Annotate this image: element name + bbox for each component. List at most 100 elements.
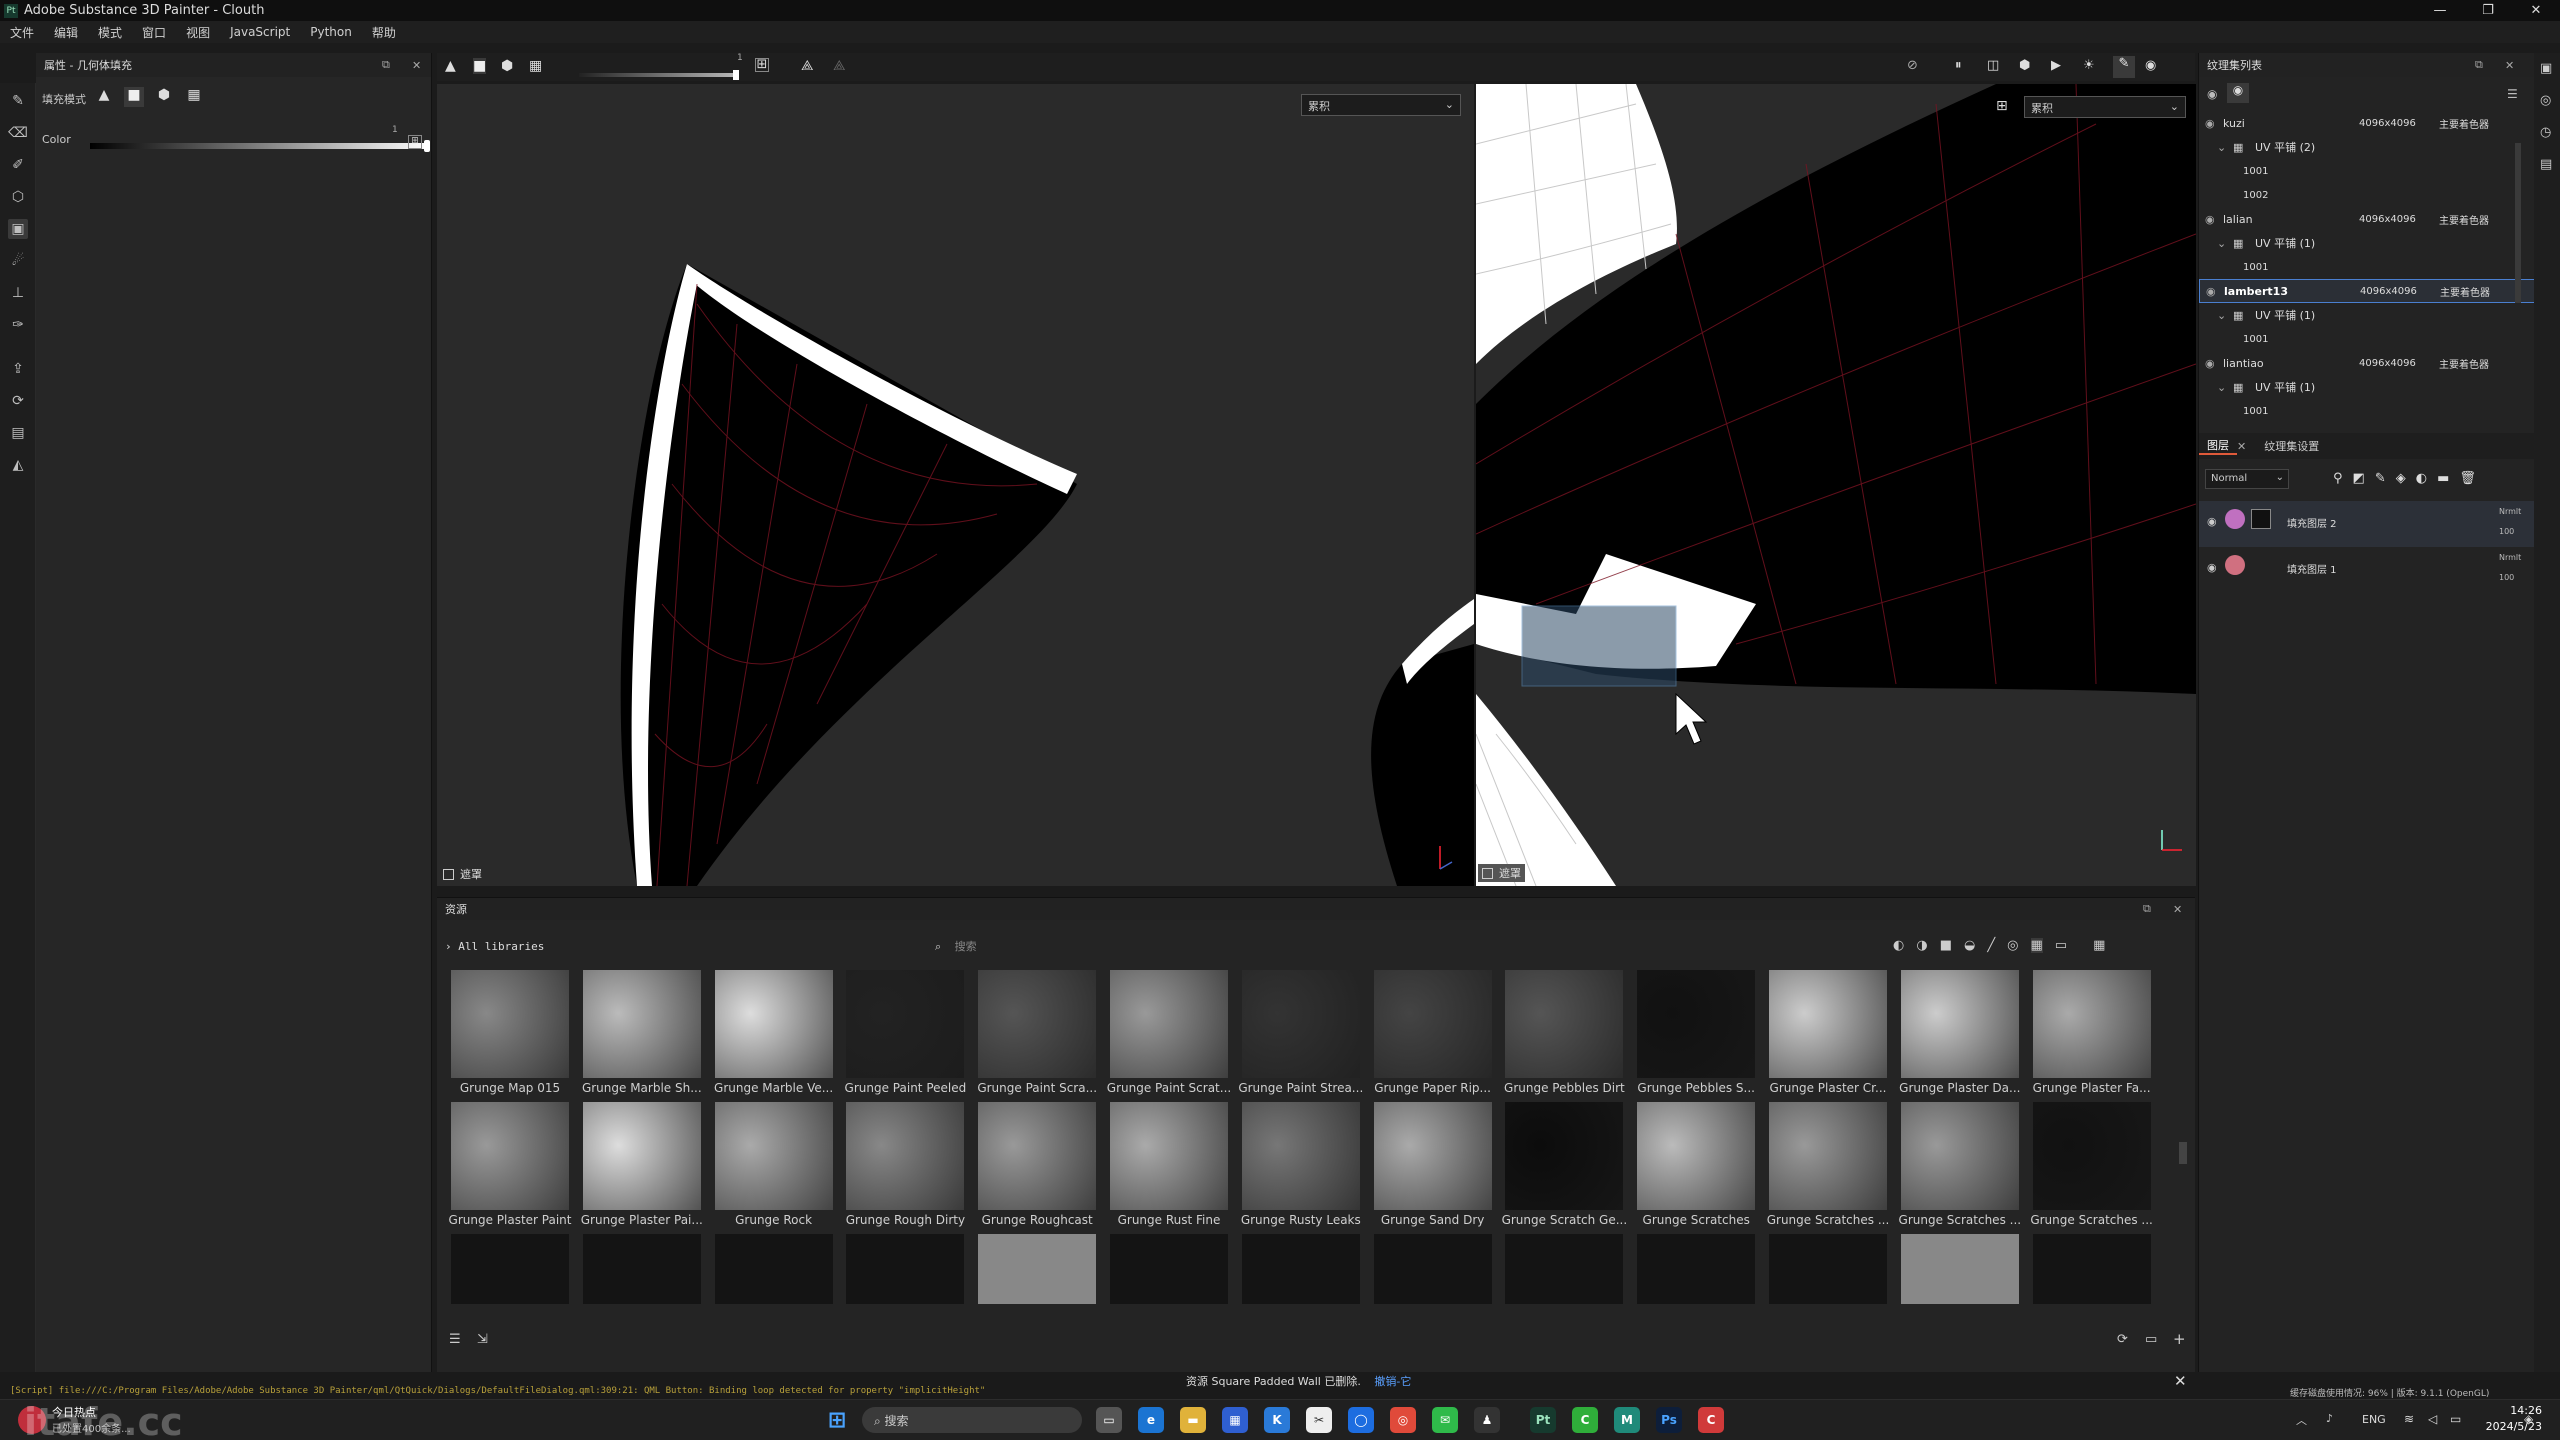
mic-icon[interactable]: ♪ — [2326, 1412, 2333, 1425]
size-slider[interactable] — [579, 70, 739, 80]
asset-thumbnail[interactable] — [1900, 1102, 2019, 1210]
texture-set-row[interactable]: ◉ liantiao 4096x4096 主要着色器 — [2199, 351, 2535, 375]
filter-environments-icon[interactable]: ▭ — [2055, 938, 2067, 953]
visibility-all-icon[interactable]: ◉ — [2227, 83, 2249, 103]
mask-thumbnail[interactable] — [2251, 509, 2271, 529]
layer-blend-mode[interactable]: Nrmlt — [2499, 553, 2521, 562]
menu-file[interactable]: 文件 — [0, 24, 44, 41]
fill-triangle-icon[interactable]: ▲ — [94, 87, 114, 107]
tab-layers[interactable]: 图层 — [2199, 437, 2237, 455]
polygon-mode-icon[interactable]: ■ — [473, 58, 487, 74]
picker-square-icon[interactable]: ⊞ — [755, 58, 769, 72]
size-slider-handle[interactable] — [733, 70, 739, 80]
asset-scrollbar[interactable] — [2179, 1142, 2187, 1164]
uv-mode-icon[interactable]: ▦ — [529, 58, 542, 74]
display-settings-icon[interactable]: ◎ — [2540, 93, 2551, 108]
texture-set-icon[interactable]: ▣ — [2540, 61, 2552, 76]
wechat-icon[interactable]: ✉ — [1432, 1407, 1458, 1433]
filter-particles-icon[interactable]: ◎ — [2007, 938, 2018, 953]
layer-opacity[interactable]: 100 — [2499, 527, 2514, 536]
eye-icon[interactable]: ◉ — [2205, 213, 2215, 226]
picker-icon[interactable]: ✑ — [8, 315, 28, 335]
smudge-icon[interactable]: ☄ — [8, 251, 28, 271]
asset-thumbnail[interactable] — [1241, 970, 1360, 1078]
taskbar-search[interactable]: ⌕ 搜索 — [862, 1407, 1082, 1433]
screenshot-icon[interactable]: ◉ — [2145, 58, 2156, 73]
list-menu-icon[interactable]: ☰ — [2507, 87, 2518, 101]
color-slider[interactable] — [90, 140, 430, 152]
clone-stamp-icon[interactable]: ⊥ — [8, 283, 28, 303]
texture-set-shader[interactable]: 主要着色器 — [2439, 212, 2489, 227]
tab-texture-set-settings[interactable]: 纹理集设置 — [2256, 438, 2327, 454]
menu-javascript[interactable]: JavaScript — [220, 25, 300, 39]
fill-mesh-icon[interactable]: ⬢ — [154, 87, 174, 107]
uv-tile-row[interactable]: 1002 — [2199, 183, 2535, 207]
chevron-down-icon[interactable]: ⌄ — [2217, 237, 2226, 250]
viewport-3d[interactable]: 累积 ⌄ 遮罩 — [437, 84, 1474, 886]
task-view-icon[interactable]: ▭ — [1096, 1407, 1122, 1433]
maximize-button[interactable]: ❐ — [2468, 0, 2508, 21]
asset-thumbnail[interactable] — [1900, 970, 2019, 1078]
breadcrumb-all-libraries[interactable]: All libraries — [458, 940, 544, 953]
light-icon[interactable]: ☀ — [2083, 58, 2095, 73]
minimize-button[interactable]: — — [2420, 0, 2460, 21]
pause-icon[interactable]: ⏸ — [1955, 58, 1962, 73]
eye-icon[interactable]: ◉ — [2205, 117, 2215, 130]
grid-view-icon[interactable]: ▦ — [2093, 938, 2105, 953]
menu-window[interactable]: 窗口 — [132, 24, 176, 41]
asset-thumbnail[interactable] — [1637, 970, 1756, 1078]
asset-thumbnail[interactable] — [1241, 1102, 1360, 1210]
close-panel-icon[interactable]: ✕ — [412, 59, 421, 72]
close-button[interactable]: ✕ — [2516, 0, 2556, 21]
uv-grid-icon[interactable]: ⊞ — [1996, 98, 2008, 114]
asset-thumbnail[interactable] — [714, 1102, 833, 1210]
uv-tile-group[interactable]: ⌄ ▦ UV 平铺 (1) — [2199, 231, 2535, 255]
asset-thumbnail[interactable] — [2032, 970, 2151, 1078]
float-panel-icon[interactable]: ⧉ — [2143, 902, 2151, 916]
add-fill-layer-icon[interactable]: ◈ — [2396, 471, 2406, 486]
menu-mode[interactable]: 模式 — [88, 24, 132, 41]
chevron-down-icon[interactable]: ⌄ — [2217, 309, 2226, 322]
mesh-mode-icon[interactable]: ⬢ — [501, 58, 513, 74]
uv-tile-group[interactable]: ⌄ ▦ UV 平铺 (2) — [2199, 135, 2535, 159]
library-icon[interactable]: ☰ — [449, 1332, 461, 1347]
channel-select-right[interactable]: 累积 ⌄ — [2024, 96, 2186, 118]
asset-search[interactable]: ⌕ 搜索 — [935, 938, 1355, 958]
asset-thumbnail[interactable] — [451, 1234, 569, 1304]
eye-icon[interactable]: ◉ — [2207, 515, 2217, 528]
asset-thumbnail[interactable] — [1769, 1234, 1887, 1304]
edge-icon[interactable]: e — [1138, 1407, 1164, 1433]
refresh-icon[interactable]: ⟳ — [2117, 1332, 2128, 1347]
asset-thumbnail[interactable] — [1373, 970, 1492, 1078]
windows-start-icon[interactable]: ⊞ — [824, 1407, 850, 1433]
asset-thumbnail[interactable] — [1769, 970, 1887, 1078]
add-paint-layer-icon[interactable]: ✎ — [2375, 471, 2386, 486]
asset-thumbnail[interactable] — [846, 970, 965, 1078]
uv-tile-row[interactable]: 1001 — [2199, 327, 2535, 351]
asset-thumbnail[interactable] — [582, 970, 701, 1078]
import-icon[interactable]: ⇲ — [477, 1332, 488, 1347]
menu-help[interactable]: 帮助 — [362, 24, 406, 41]
asset-thumbnail[interactable] — [1505, 1102, 1624, 1210]
float-panel-icon[interactable]: ⧉ — [382, 58, 390, 72]
input-language[interactable]: ENG — [2362, 1413, 2386, 1426]
asset-thumbnail[interactable] — [451, 1102, 569, 1210]
texture-set-shader[interactable]: 主要着色器 — [2440, 284, 2490, 299]
checkbox-icon[interactable] — [1482, 867, 1493, 879]
substance-painter-icon[interactable]: Pt — [1530, 1407, 1556, 1433]
asset-thumbnail[interactable] — [978, 970, 1097, 1078]
log-icon[interactable]: ▤ — [2540, 157, 2552, 172]
eye-icon[interactable]: ◉ — [2207, 561, 2217, 574]
channel-select-left[interactable]: 累积 ⌄ — [1301, 94, 1461, 116]
asset-thumbnail[interactable] — [1110, 970, 1228, 1078]
asset-thumbnail[interactable] — [846, 1234, 965, 1304]
triangle-mode-icon[interactable]: ▲ — [445, 58, 456, 74]
filter-materials-icon[interactable]: ◐ — [1893, 938, 1904, 953]
bake-icon[interactable]: ⇪ — [8, 359, 28, 379]
add-asset-icon[interactable]: + — [2173, 1330, 2186, 1348]
qq-icon[interactable]: ♟ — [1474, 1407, 1500, 1433]
filter-generators-icon[interactable]: ◒ — [1964, 938, 1975, 953]
asset-search-placeholder[interactable]: 搜索 — [955, 940, 977, 953]
close-tab-icon[interactable]: ✕ — [2237, 440, 2246, 453]
asset-thumbnail[interactable] — [978, 1234, 1097, 1304]
